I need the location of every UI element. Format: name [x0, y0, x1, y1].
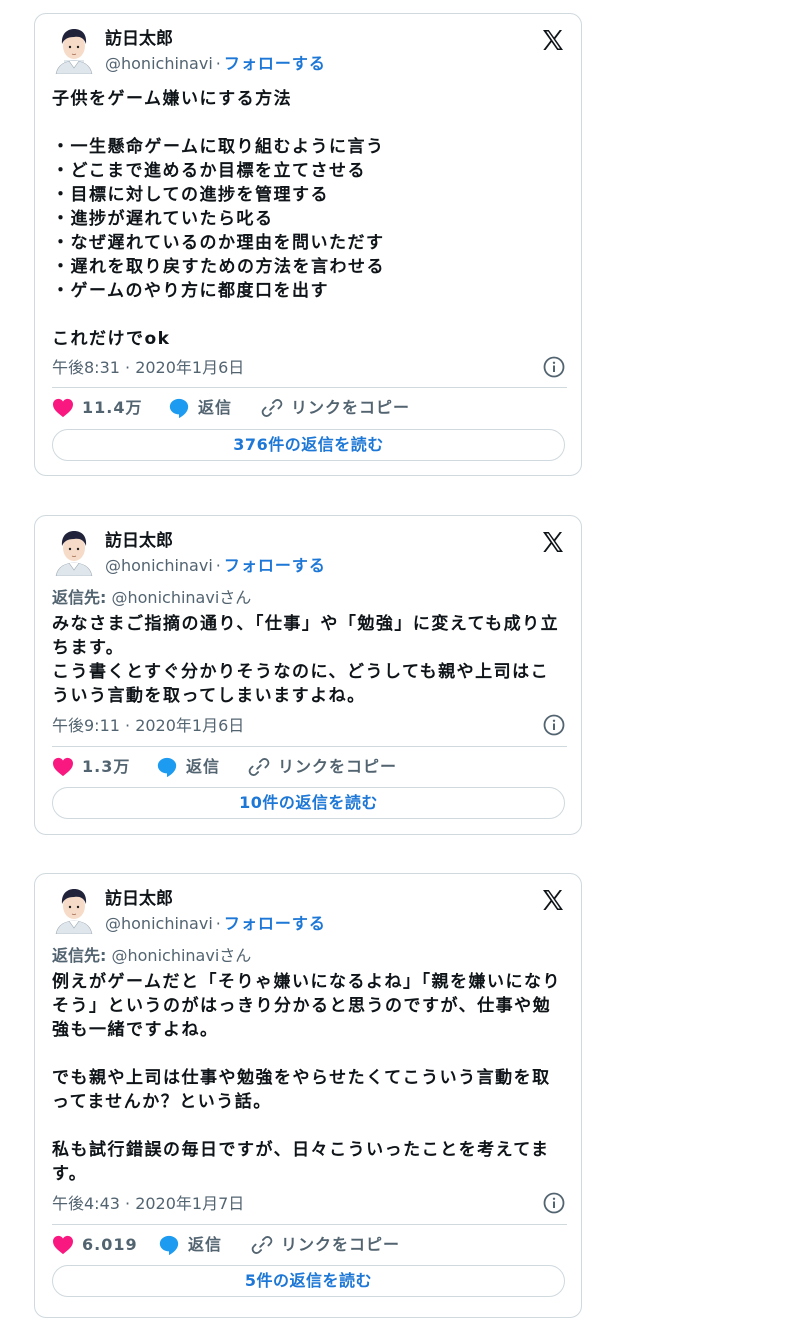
like-button[interactable]: 1.3万 — [52, 754, 130, 780]
separator-dot: · — [215, 914, 221, 933]
copy-link-label: リンクをコピー — [278, 757, 398, 776]
divider — [52, 746, 567, 747]
author-name[interactable]: 訪日太郎 — [105, 28, 173, 50]
author-handle[interactable]: @honichinavi — [105, 914, 213, 933]
x-logo-icon[interactable] — [541, 28, 565, 52]
tweet-card: 訪日太郎 @honichinavi · フォローする 返信先: @honichina… — [34, 873, 582, 1318]
reply-to-handle[interactable]: @honichinaviさん — [112, 588, 252, 607]
info-icon[interactable] — [543, 714, 565, 736]
copy-link-button[interactable]: リンクをコピー — [251, 1232, 400, 1258]
link-icon — [248, 758, 270, 776]
reply-bubble-icon — [157, 757, 177, 778]
reply-bubble-icon — [159, 1235, 179, 1256]
like-count: 1.3万 — [82, 757, 131, 776]
copy-link-button[interactable]: リンクをコピー — [248, 754, 397, 780]
read-replies-button[interactable]: 5件の返信を読む — [52, 1265, 565, 1297]
avatar[interactable] — [52, 26, 96, 74]
tweet-text: 例えがゲームだと「そりゃ嫌いになるよね」「親を嫌いになりそう」というのがはっきり… — [52, 972, 561, 1184]
reply-to-line: 返信先: @honichinaviさん — [52, 587, 251, 609]
read-replies-button[interactable]: 376件の返信を読む — [52, 429, 565, 461]
handle-row: @honichinavi · フォローする — [105, 555, 326, 577]
separator-dot: · — [215, 54, 221, 73]
reply-to-line: 返信先: @honichinaviさん — [52, 945, 251, 967]
reply-bubble-icon — [169, 398, 189, 419]
reply-label: 返信 — [198, 398, 233, 417]
tweet-timestamp[interactable]: 午後8:31 · 2020年1月6日 — [52, 356, 567, 380]
avatar[interactable] — [52, 886, 96, 934]
reply-to-label: 返信先: — [52, 946, 107, 965]
divider — [52, 1224, 567, 1225]
separator-dot: · — [215, 556, 221, 575]
heart-icon — [53, 757, 73, 777]
like-count: 6.019 — [82, 1235, 138, 1254]
timestamp-text[interactable]: 午後4:43 · 2020年1月7日 — [52, 1194, 244, 1213]
reply-button[interactable]: 返信 — [158, 1232, 222, 1258]
follow-button[interactable]: フォローする — [224, 914, 326, 933]
reply-label: 返信 — [188, 1235, 223, 1254]
reply-button[interactable]: 返信 — [156, 754, 220, 780]
handle-row: @honichinavi · フォローする — [105, 913, 326, 935]
reply-label: 返信 — [186, 757, 221, 776]
like-button[interactable]: 11.4万 — [52, 395, 142, 421]
info-icon[interactable] — [543, 1192, 565, 1214]
link-icon — [251, 1236, 273, 1254]
timestamp-text[interactable]: 午後9:11 · 2020年1月6日 — [52, 716, 244, 735]
like-button[interactable]: 6.019 — [52, 1232, 138, 1258]
copy-link-label: リンクをコピー — [281, 1235, 401, 1254]
tweet-text: 子供をゲーム嫌いにする方法 ・一生懸命ゲームに取り組むように言う ・どこまで進め… — [52, 89, 385, 349]
x-logo-icon[interactable] — [541, 530, 565, 554]
tweet-header: 訪日太郎 @honichinavi · フォローする — [52, 528, 567, 580]
link-icon — [261, 399, 283, 417]
tweet-card: 訪日太郎 @honichinavi · フォローする 子供をゲーム嫌いにする方法 ・… — [34, 13, 582, 476]
read-replies-button[interactable]: 10件の返信を読む — [52, 787, 565, 819]
action-bar: 1.3万 返信 リンクをコピー — [52, 754, 567, 780]
tweet-header: 訪日太郎 @honichinavi · フォローする — [52, 886, 567, 938]
x-logo-icon[interactable] — [541, 888, 565, 912]
follow-button[interactable]: フォローする — [224, 556, 326, 575]
author-handle[interactable]: @honichinavi — [105, 54, 213, 73]
tweet-card: 訪日太郎 @honichinavi · フォローする 返信先: @honichina… — [34, 515, 582, 835]
info-icon[interactable] — [543, 356, 565, 378]
tweet-timestamp[interactable]: 午後4:43 · 2020年1月7日 — [52, 1192, 567, 1216]
author-handle[interactable]: @honichinavi — [105, 556, 213, 575]
tweet-timestamp[interactable]: 午後9:11 · 2020年1月6日 — [52, 714, 567, 738]
copy-link-label: リンクをコピー — [291, 398, 411, 417]
handle-row: @honichinavi · フォローする — [105, 53, 326, 75]
action-bar: 6.019 返信 リンクをコピー — [52, 1232, 567, 1258]
follow-button[interactable]: フォローする — [224, 54, 326, 73]
reply-to-handle[interactable]: @honichinaviさん — [112, 946, 252, 965]
heart-icon — [53, 398, 73, 418]
action-bar: 11.4万 返信 リンクをコピー — [52, 395, 567, 421]
heart-icon — [53, 1235, 73, 1255]
divider — [52, 387, 567, 388]
author-name[interactable]: 訪日太郎 — [105, 530, 173, 552]
avatar[interactable] — [52, 528, 96, 576]
timestamp-text[interactable]: 午後8:31 · 2020年1月6日 — [52, 358, 244, 377]
reply-to-label: 返信先: — [52, 588, 107, 607]
tweet-header: 訪日太郎 @honichinavi · フォローする — [52, 26, 567, 78]
like-count: 11.4万 — [82, 398, 143, 417]
reply-button[interactable]: 返信 — [168, 395, 232, 421]
author-name[interactable]: 訪日太郎 — [105, 888, 173, 910]
copy-link-button[interactable]: リンクをコピー — [261, 395, 410, 421]
tweet-text: みなさまご指摘の通り、「仕事」や「勉強」に変えても成り立ちます。 こう書くとすぐ… — [52, 614, 560, 706]
